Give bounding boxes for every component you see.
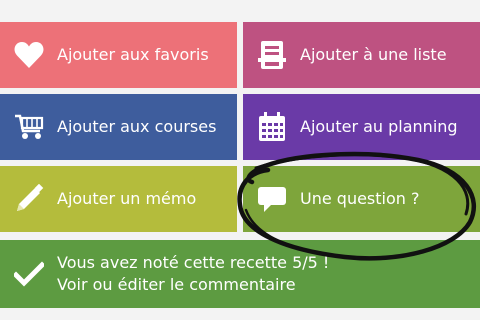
add-to-shopping-label: Ajouter aux courses — [57, 117, 217, 136]
add-to-favorites-label: Ajouter aux favoris — [57, 45, 209, 64]
add-to-list-button[interactable]: Ajouter à une liste — [243, 22, 480, 88]
add-to-list-label: Ajouter à une liste — [300, 45, 447, 64]
rating-comment-button[interactable]: Vous avez noté cette recette 5/5 ! Voir … — [0, 240, 480, 308]
add-to-shopping-button[interactable]: Ajouter aux courses — [0, 94, 237, 160]
add-memo-button[interactable]: Ajouter un mémo — [0, 166, 237, 232]
speech-bubble-icon — [257, 184, 287, 214]
question-label: Une question ? — [300, 189, 420, 208]
calendar-icon — [257, 112, 287, 142]
checkmark-icon — [14, 259, 44, 289]
rating-text: Vous avez noté cette recette 5/5 ! Voir … — [57, 252, 329, 296]
question-button[interactable]: Une question ? — [243, 166, 480, 232]
heart-icon — [14, 40, 44, 70]
add-memo-label: Ajouter un mémo — [57, 189, 197, 208]
edit-comment-link[interactable]: Voir ou éditer le commentaire — [57, 274, 329, 296]
cart-icon — [14, 112, 44, 142]
add-to-planning-label: Ajouter au planning — [300, 117, 458, 136]
list-box-icon — [257, 40, 287, 70]
add-to-favorites-button[interactable]: Ajouter aux favoris — [0, 22, 237, 88]
pencil-icon — [14, 184, 44, 214]
rating-line: Vous avez noté cette recette 5/5 ! — [57, 253, 330, 272]
add-to-planning-button[interactable]: Ajouter au planning — [243, 94, 480, 160]
